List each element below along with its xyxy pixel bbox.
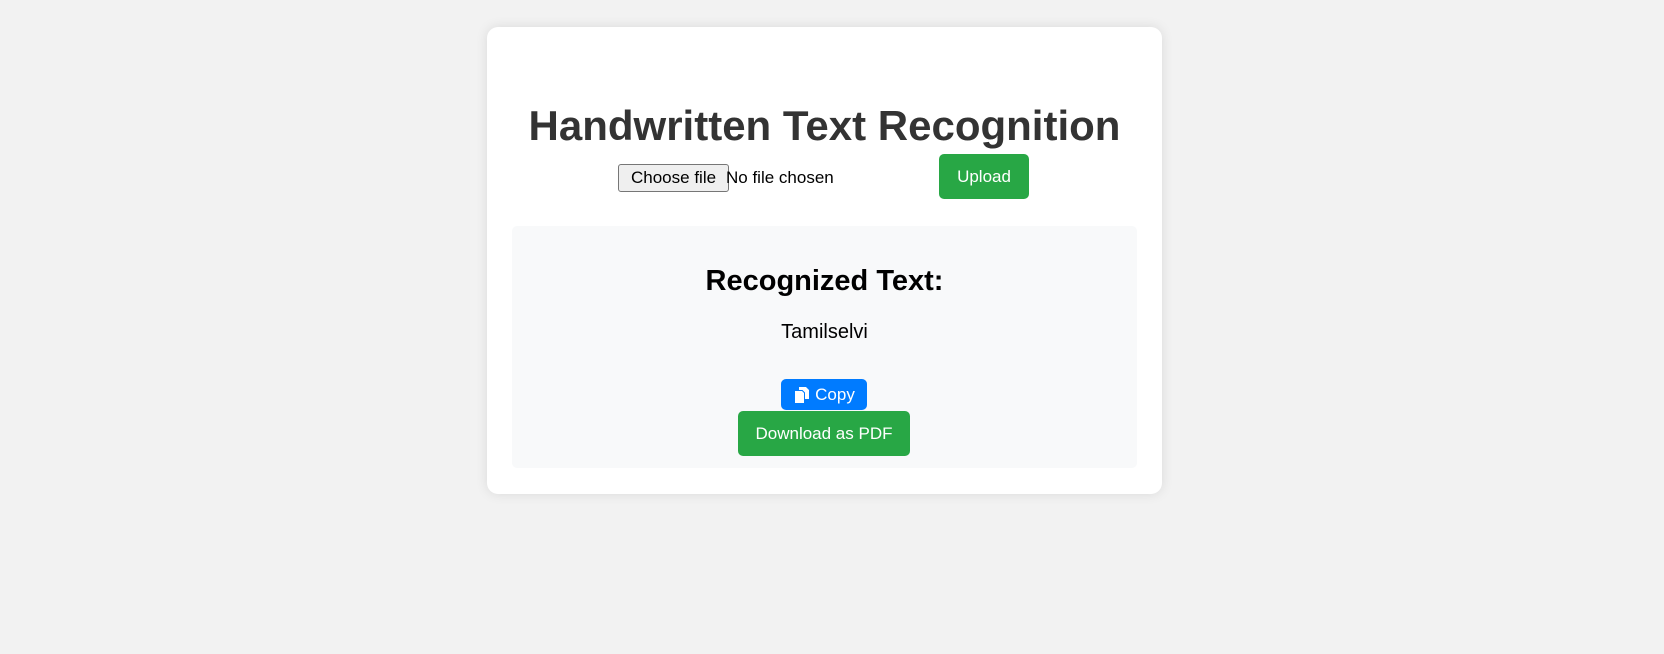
result-panel: Recognized Text: Tamilselvi Copy Downloa… <box>512 226 1137 468</box>
choose-file-button[interactable]: Choose file <box>618 164 730 192</box>
copy-button-label: Copy <box>815 384 855 404</box>
file-status-text: No file chosen <box>726 168 834 187</box>
upload-form: Choose file No file chosen Upload <box>487 154 1162 200</box>
download-pdf-button[interactable]: Download as PDF <box>738 411 910 456</box>
result-heading: Recognized Text: <box>705 265 944 297</box>
page-title: Handwritten Text Recognition <box>528 102 1121 149</box>
recognized-text: Tamilselvi <box>781 321 868 343</box>
main-card: Handwritten Text Recognition Choose file… <box>487 27 1162 494</box>
copy-button[interactable]: Copy <box>781 379 867 410</box>
upload-button[interactable]: Upload <box>939 154 1029 199</box>
copy-icon <box>793 386 811 404</box>
